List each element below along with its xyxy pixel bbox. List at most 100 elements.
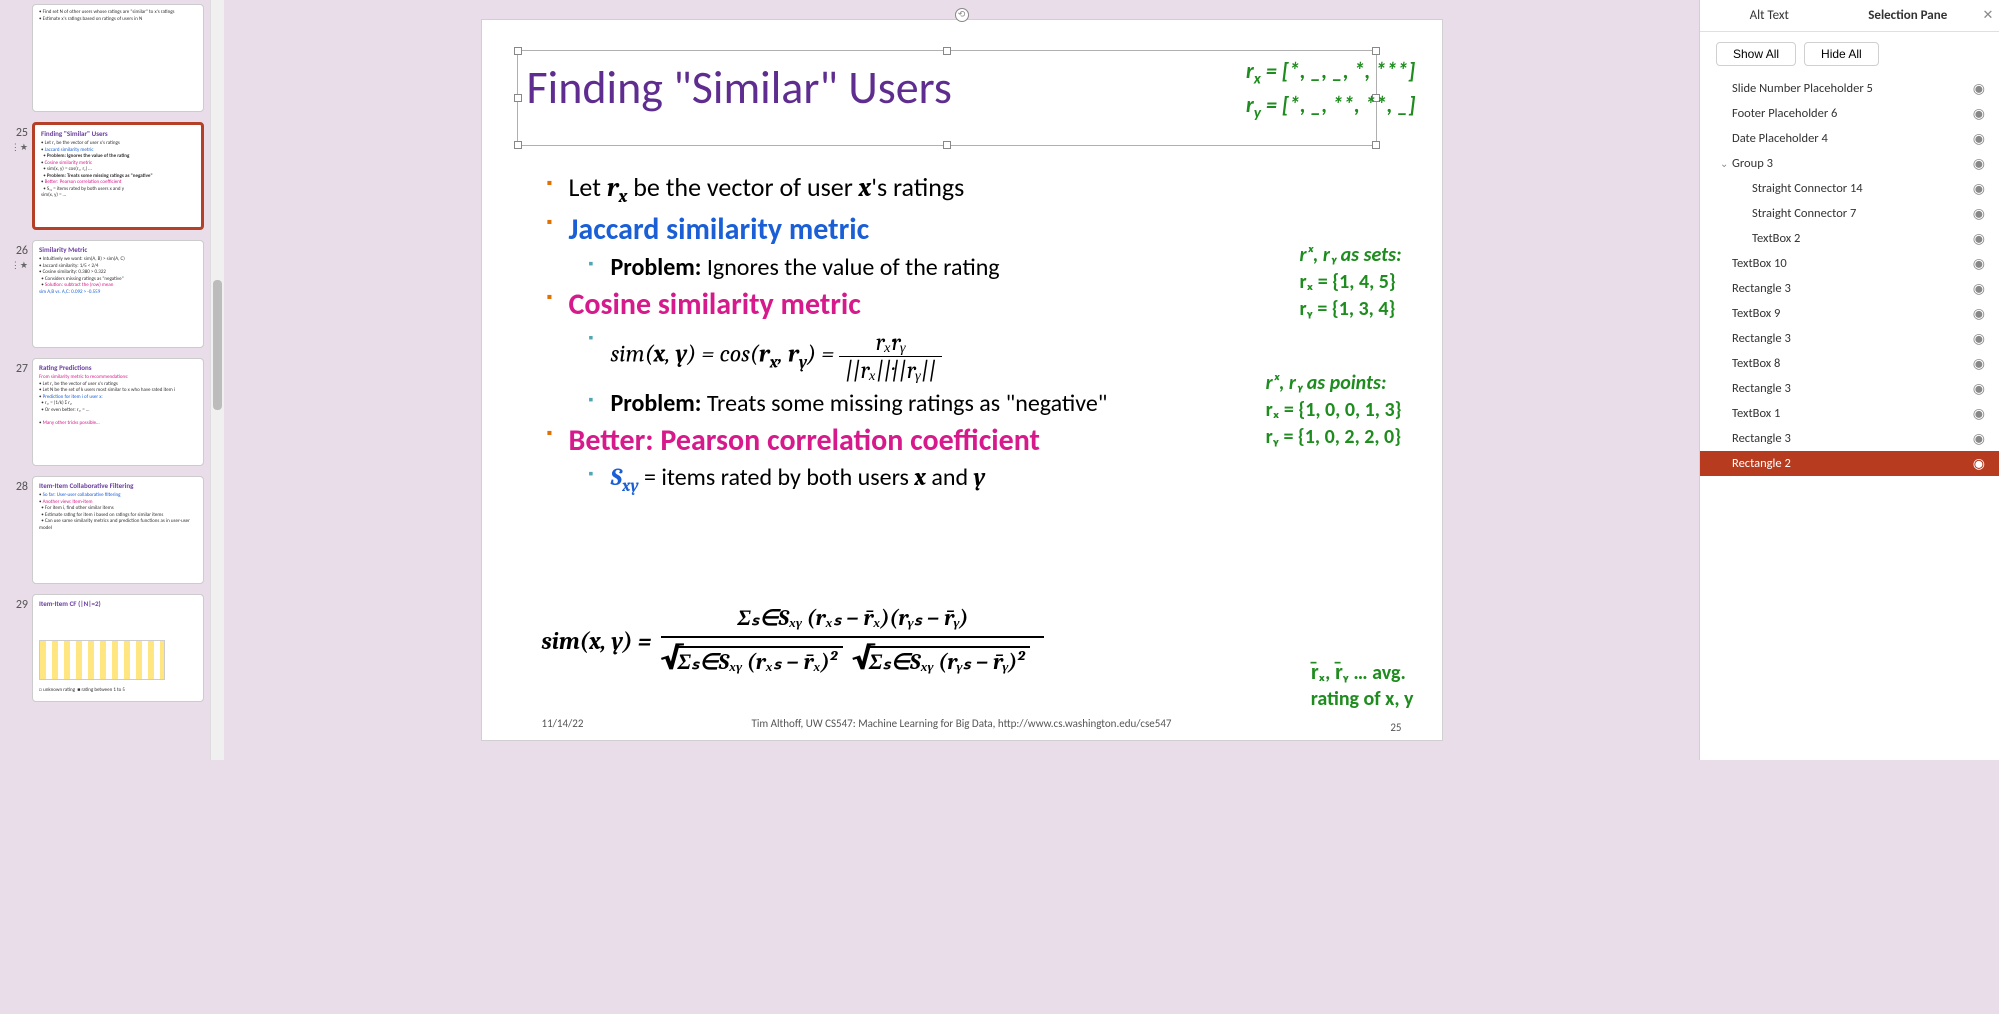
slide-canvas[interactable]: ⟲ Finding "Similar" Users rx = [*, _, _,… <box>482 20 1442 740</box>
text: rating of x, y <box>1311 687 1414 711</box>
selection-item[interactable]: Footer Placeholder 6◉ <box>1700 101 1999 126</box>
selection-item[interactable]: Straight Connector 14◉ <box>1700 176 1999 201</box>
visibility-eye-icon[interactable]: ◉ <box>1973 130 1985 147</box>
resize-handle[interactable] <box>1372 141 1380 149</box>
thumb-text: Problem: Treats some missing ratings as … <box>47 173 153 179</box>
visibility-eye-icon[interactable]: ◉ <box>1973 230 1985 247</box>
thumb-text: So far: User-user collaborative filterin… <box>43 492 121 498</box>
thumb-preview[interactable]: Item-Item CF (|N|=2) □ unknown rating ■ … <box>32 594 204 702</box>
bullet-sxy: Sxy = items rated by both users x and y <box>589 461 1402 498</box>
thumbnail-28[interactable]: 28 Item-Item Collaborative Filtering • S… <box>6 476 204 584</box>
resize-handle[interactable] <box>1372 47 1380 55</box>
text: S <box>611 463 623 491</box>
thumb-preview[interactable]: Rating Predictions From similarity metri… <box>32 358 204 466</box>
visibility-eye-icon[interactable]: ◉ <box>1973 105 1985 122</box>
visibility-eye-icon[interactable]: ◉ <box>1973 380 1985 397</box>
right-pane: Alt Text Selection Pane ✕ Show All Hide … <box>1699 0 1999 760</box>
selection-item-label: Rectangle 3 <box>1732 431 1973 446</box>
selection-item-label: Straight Connector 14 <box>1752 181 1973 196</box>
slide-editor-area[interactable]: ⟲ Finding "Similar" Users rx = [*, _, _,… <box>224 0 1699 760</box>
selection-item-label: Rectangle 3 <box>1732 281 1973 296</box>
slide-thumbnail-panel[interactable]: • Find set N of other users whose rating… <box>0 0 210 760</box>
text: sim( <box>611 340 654 368</box>
resize-handle[interactable] <box>943 47 951 55</box>
thumb-preview[interactable]: Similarity Metric • Intuitively we want:… <box>32 240 204 348</box>
visibility-eye-icon[interactable]: ◉ <box>1973 330 1985 347</box>
frac-num: Σₛ∈Sₓᵧ (rₓₛ − r̄ₓ)(rᵧₛ − r̄ᵧ) <box>661 600 1044 638</box>
selection-item[interactable]: Rectangle 3◉ <box>1700 326 1999 351</box>
selection-item-label: Slide Number Placeholder 5 <box>1732 81 1973 96</box>
text: and <box>926 463 974 492</box>
visibility-eye-icon[interactable]: ◉ <box>1973 280 1985 297</box>
selection-item[interactable]: TextBox 9◉ <box>1700 301 1999 326</box>
thumb-text: Many other tricks possible… <box>43 420 100 426</box>
text: Treats some missing ratings as "negative… <box>701 389 1107 418</box>
scrollbar-thumb[interactable] <box>213 280 222 410</box>
show-hide-buttons: Show All Hide All <box>1700 32 1999 76</box>
thumbnail-26[interactable]: 26 ⋮★ Similarity Metric • Intuitively we… <box>6 240 204 348</box>
thumbnail-24[interactable]: • Find set N of other users whose rating… <box>6 4 204 112</box>
visibility-eye-icon[interactable]: ◉ <box>1973 355 1985 372</box>
selection-item[interactable]: Date Placeholder 4◉ <box>1700 126 1999 151</box>
slide-title[interactable]: Finding "Similar" Users <box>527 60 952 116</box>
visibility-eye-icon[interactable]: ◉ <box>1973 405 1985 422</box>
selection-item[interactable]: TextBox 8◉ <box>1700 351 1999 376</box>
visibility-eye-icon[interactable]: ◉ <box>1973 205 1985 222</box>
thumb-preview[interactable]: Item-Item Collaborative Filtering • So f… <box>32 476 204 584</box>
visibility-eye-icon[interactable]: ◉ <box>1973 430 1985 447</box>
selection-item[interactable]: Rectangle 3◉ <box>1700 376 1999 401</box>
thumb-text: Jaccard similarity metric <box>45 147 94 153</box>
thumbnail-27[interactable]: 27 Rating Predictions From similarity me… <box>6 358 204 466</box>
text: Better: Pearson correlation coefficient <box>569 422 1040 459</box>
tab-selection-pane[interactable]: Selection Pane <box>1839 0 1978 31</box>
thumb-preview[interactable]: • Find set N of other users whose rating… <box>32 4 204 112</box>
selection-item-label: TextBox 2 <box>1752 231 1973 246</box>
thumbnail-scrollbar[interactable] <box>210 0 224 760</box>
resize-handle[interactable] <box>514 47 522 55</box>
rotate-handle-icon[interactable]: ⟲ <box>955 8 969 22</box>
visibility-eye-icon[interactable]: ◉ <box>1973 80 1985 97</box>
text: x <box>859 173 872 203</box>
thumbnail-29[interactable]: 29 Item-Item CF (|N|=2) □ unknown rating… <box>6 594 204 702</box>
expand-caret-icon[interactable]: ⌄ <box>1720 157 1732 170</box>
tab-alt-text[interactable]: Alt Text <box>1700 0 1839 31</box>
selection-item[interactable]: Rectangle 3◉ <box>1700 426 1999 451</box>
visibility-eye-icon[interactable]: ◉ <box>1973 455 1985 472</box>
text: x <box>654 340 666 368</box>
selection-item[interactable]: Rectangle 3◉ <box>1700 276 1999 301</box>
annot-text: = [*, _, _, *, ***] <box>1261 57 1415 84</box>
close-icon[interactable]: ✕ <box>1977 0 1999 31</box>
selection-item-label: TextBox 8 <box>1732 356 1973 371</box>
bullet-jaccard: Jaccard similarity metric <box>547 209 1402 250</box>
footer-slide-number: 25 <box>1390 721 1401 734</box>
annot-sub: y <box>1254 104 1261 123</box>
thumb-num-text: 25 <box>16 126 28 140</box>
thumbnail-25[interactable]: 25 ⋮★ Finding "Similar" Users • Let rₓ b… <box>6 122 204 230</box>
resize-handle[interactable] <box>514 94 522 102</box>
show-all-button[interactable]: Show All <box>1716 42 1796 66</box>
visibility-eye-icon[interactable]: ◉ <box>1973 305 1985 322</box>
selection-item[interactable]: TextBox 2◉ <box>1700 226 1999 251</box>
selection-item[interactable]: TextBox 1◉ <box>1700 401 1999 426</box>
resize-handle[interactable] <box>514 141 522 149</box>
thumb-text: Find set N of other users whose ratings … <box>43 9 175 15</box>
selection-item[interactable]: ⌄Group 3◉ <box>1700 151 1999 176</box>
resize-handle[interactable] <box>943 141 951 149</box>
selection-list[interactable]: Slide Number Placeholder 5◉Footer Placeh… <box>1700 76 1999 760</box>
visibility-eye-icon[interactable]: ◉ <box>1973 155 1985 172</box>
selection-item-label: Rectangle 3 <box>1732 331 1973 346</box>
selection-item-label: Rectangle 2 <box>1732 456 1973 471</box>
selection-item[interactable]: Slide Number Placeholder 5◉ <box>1700 76 1999 101</box>
thumb-title: Similarity Metric <box>39 245 197 254</box>
selection-item[interactable]: Straight Connector 7◉ <box>1700 201 1999 226</box>
selection-item[interactable]: TextBox 10◉ <box>1700 251 1999 276</box>
selection-item[interactable]: Rectangle 2◉ <box>1700 451 1999 476</box>
visibility-eye-icon[interactable]: ◉ <box>1973 180 1985 197</box>
text: Let <box>569 171 607 203</box>
footer-center: Tim Althoff, UW CS547: Machine Learning … <box>482 717 1442 730</box>
hide-all-button[interactable]: Hide All <box>1804 42 1879 66</box>
thumb-preview-selected[interactable]: Finding "Similar" Users • Let rₓ be the … <box>32 122 204 230</box>
visibility-eye-icon[interactable]: ◉ <box>1973 255 1985 272</box>
text: y <box>974 463 986 491</box>
text: ) = <box>807 340 839 368</box>
